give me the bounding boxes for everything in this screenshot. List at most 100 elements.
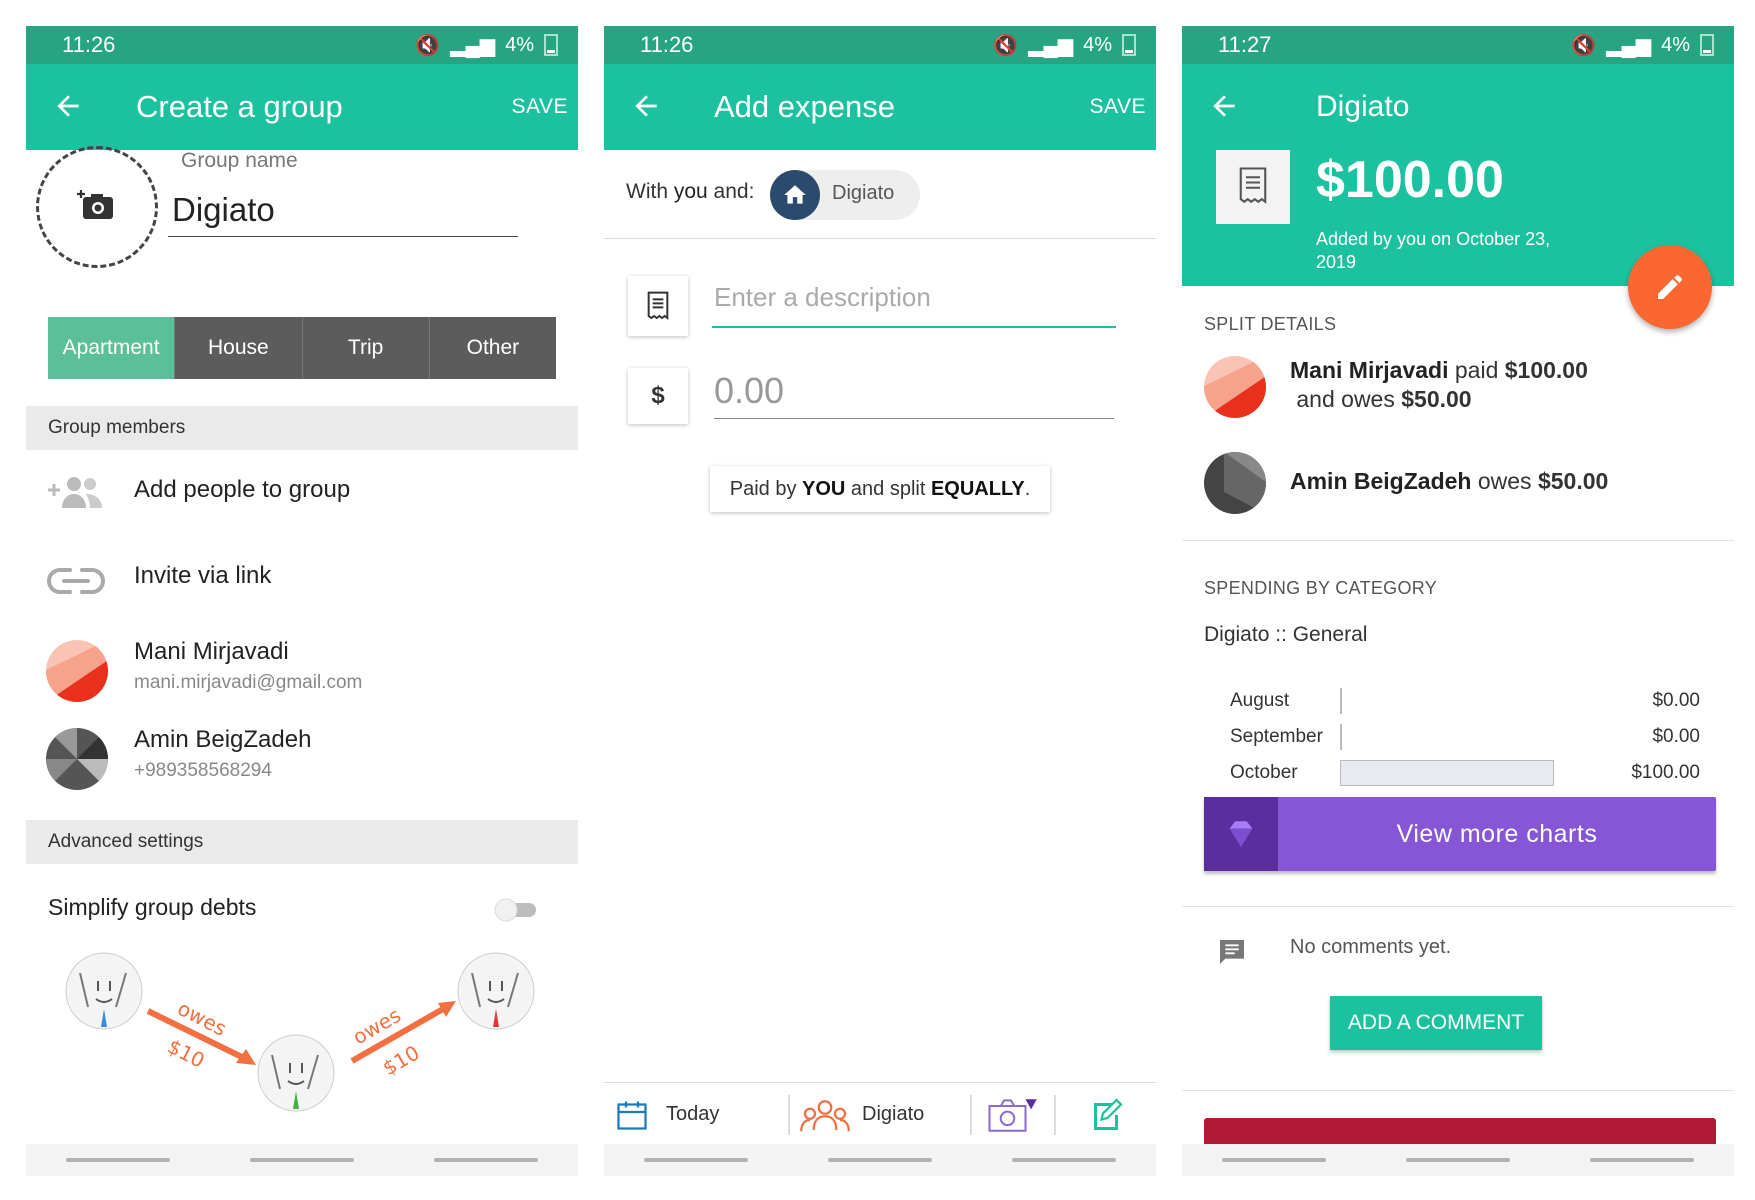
add-comment-button[interactable]: ADD A COMMENT	[1330, 996, 1542, 1050]
currency-button[interactable]: $	[628, 368, 688, 424]
type-other[interactable]: Other	[428, 317, 556, 379]
add-person-icon	[48, 477, 102, 508]
date-label: Today	[666, 1103, 720, 1125]
group-name-input[interactable]: Digiato	[168, 191, 518, 237]
back-arrow-icon[interactable]	[1208, 90, 1240, 122]
battery-icon	[544, 34, 558, 56]
group-members-header: Group members	[26, 406, 578, 450]
owes-label: owes	[349, 1003, 405, 1049]
add-photo-icon	[77, 190, 113, 219]
spending-bar-track	[1340, 760, 1554, 786]
mute-icon: 🔇	[415, 34, 441, 57]
group-avatar	[770, 170, 820, 220]
status-bar: 11:27 🔇 ▂▄▆ 4%	[1182, 26, 1734, 64]
expense-amount: $100.00	[1316, 151, 1504, 209]
no-comments-text: No comments yet.	[1290, 936, 1452, 958]
spending-row: September $0.00	[1230, 724, 1700, 754]
date-button[interactable]: Today	[614, 1095, 774, 1135]
camera-icon[interactable]	[986, 1097, 1038, 1133]
expense-detail-screen: 11:27 🔇 ▂▄▆ 4% Digiato $100.00 Added by …	[1182, 26, 1734, 1176]
view-more-charts-button[interactable]: View more charts	[1204, 797, 1716, 871]
status-time: 11:26	[640, 32, 694, 57]
add-people-row[interactable]: Add people to group	[26, 458, 578, 528]
group-title: Digiato	[1316, 90, 1410, 123]
person-illustration	[65, 952, 143, 1030]
member-name: Mani Mirjavadi	[134, 638, 289, 665]
type-house[interactable]: House	[174, 317, 302, 379]
avatar	[46, 728, 108, 790]
create-group-screen: 11:26 🔇 ▂▄▆ 4% Create a group SAVE Group…	[26, 26, 578, 1176]
system-nav-bar	[604, 1144, 1156, 1176]
comment-icon	[1220, 940, 1244, 964]
save-button[interactable]: SAVE	[1090, 95, 1146, 119]
invite-link-row[interactable]: Invite via link	[26, 544, 578, 614]
status-time: 11:27	[1218, 32, 1272, 57]
spending-category: Digiato :: General	[1204, 623, 1368, 646]
status-bar: 11:26 🔇 ▂▄▆ 4%	[26, 26, 578, 64]
receipt-icon[interactable]	[628, 276, 688, 336]
action-bar-partial	[1204, 1118, 1716, 1144]
battery-percent: 4%	[1083, 33, 1112, 56]
mute-icon: 🔇	[993, 34, 1019, 57]
battery-percent: 4%	[505, 33, 534, 56]
signal-icon: ▂▄▆	[1606, 34, 1652, 57]
person-illustration	[457, 952, 535, 1030]
split-text: Mani Mirjavadi paid $100.00 and owes $50…	[1290, 357, 1588, 412]
invite-link-label: Invite via link	[134, 562, 272, 589]
owes-label: owes	[174, 996, 231, 1041]
member-phone: +989358568294	[134, 760, 272, 781]
receipt-icon	[1239, 167, 1267, 204]
spending-month: October	[1230, 762, 1298, 783]
spending-header: SPENDING BY CATEGORY	[1204, 578, 1438, 598]
app-bar: Create a group SAVE	[26, 64, 578, 150]
simplify-debts-row: Simplify group debts	[26, 886, 578, 936]
system-nav-bar	[1182, 1144, 1734, 1176]
description-input[interactable]: Enter a description	[712, 282, 1116, 328]
receipt-thumbnail[interactable]	[1216, 150, 1290, 224]
split-options-button[interactable]: Paid by YOU and split EQUALLY.	[710, 466, 1050, 512]
app-bar: Add expense SAVE	[604, 64, 1156, 150]
back-arrow-icon[interactable]	[630, 90, 662, 122]
spending-row: October $100.00	[1230, 760, 1700, 790]
simplify-debts-illustration: owes $10 owes $10	[65, 952, 535, 1112]
type-trip[interactable]: Trip	[301, 317, 429, 379]
group-people-icon	[800, 1100, 850, 1132]
expense-bottom-toolbar: Today Digiato	[604, 1082, 1156, 1145]
link-icon	[47, 568, 105, 594]
edit-expense-button[interactable]	[1628, 245, 1712, 329]
group-chip[interactable]: Digiato	[770, 170, 920, 220]
split-row: Amin BeigZadeh owes $50.00	[1182, 452, 1734, 518]
battery-icon	[1700, 34, 1714, 56]
group-selector-button[interactable]: Digiato	[800, 1093, 950, 1137]
battery-percent: 4%	[1661, 33, 1690, 56]
group-photo-button[interactable]	[36, 146, 158, 268]
simplify-toggle[interactable]	[494, 898, 538, 922]
group-chip-label: Digiato	[832, 182, 895, 204]
amount-input[interactable]: 0.00	[714, 370, 1114, 419]
page-title: Create a group	[136, 89, 343, 124]
member-row[interactable]: Amin BeigZadeh +989358568294	[26, 724, 578, 804]
split-details-header: SPLIT DETAILS	[1204, 314, 1337, 334]
spending-bar	[1340, 724, 1342, 750]
spending-month: August	[1230, 690, 1290, 711]
member-email: mani.mirjavadi@gmail.com	[134, 672, 363, 693]
add-expense-screen: 11:26 🔇 ▂▄▆ 4% Add expense SAVE With you…	[604, 26, 1156, 1176]
advanced-settings-header: Advanced settings	[26, 820, 578, 864]
spending-month: September	[1230, 726, 1323, 747]
save-button[interactable]: SAVE	[512, 95, 568, 119]
add-people-label: Add people to group	[134, 476, 351, 503]
member-row[interactable]: Mani Mirjavadi mani.mirjavadi@gmail.com	[26, 636, 578, 716]
added-by: Added by you on October 23, 2019	[1316, 229, 1551, 272]
type-apartment[interactable]: Apartment	[48, 317, 175, 379]
status-time: 11:26	[62, 32, 116, 57]
edit-note-icon[interactable]	[1088, 1097, 1124, 1133]
calendar-icon	[617, 1101, 647, 1130]
spending-bar-track	[1340, 688, 1554, 714]
page-title: Add expense	[714, 89, 895, 124]
spending-value: $100.00	[1631, 762, 1700, 783]
view-more-charts-label: View more charts	[1396, 819, 1598, 848]
group-selector-label: Digiato	[862, 1103, 925, 1125]
member-name: Amin BeigZadeh	[134, 726, 312, 753]
with-row: With you and: Digiato	[604, 150, 1156, 239]
back-arrow-icon[interactable]	[52, 90, 84, 122]
